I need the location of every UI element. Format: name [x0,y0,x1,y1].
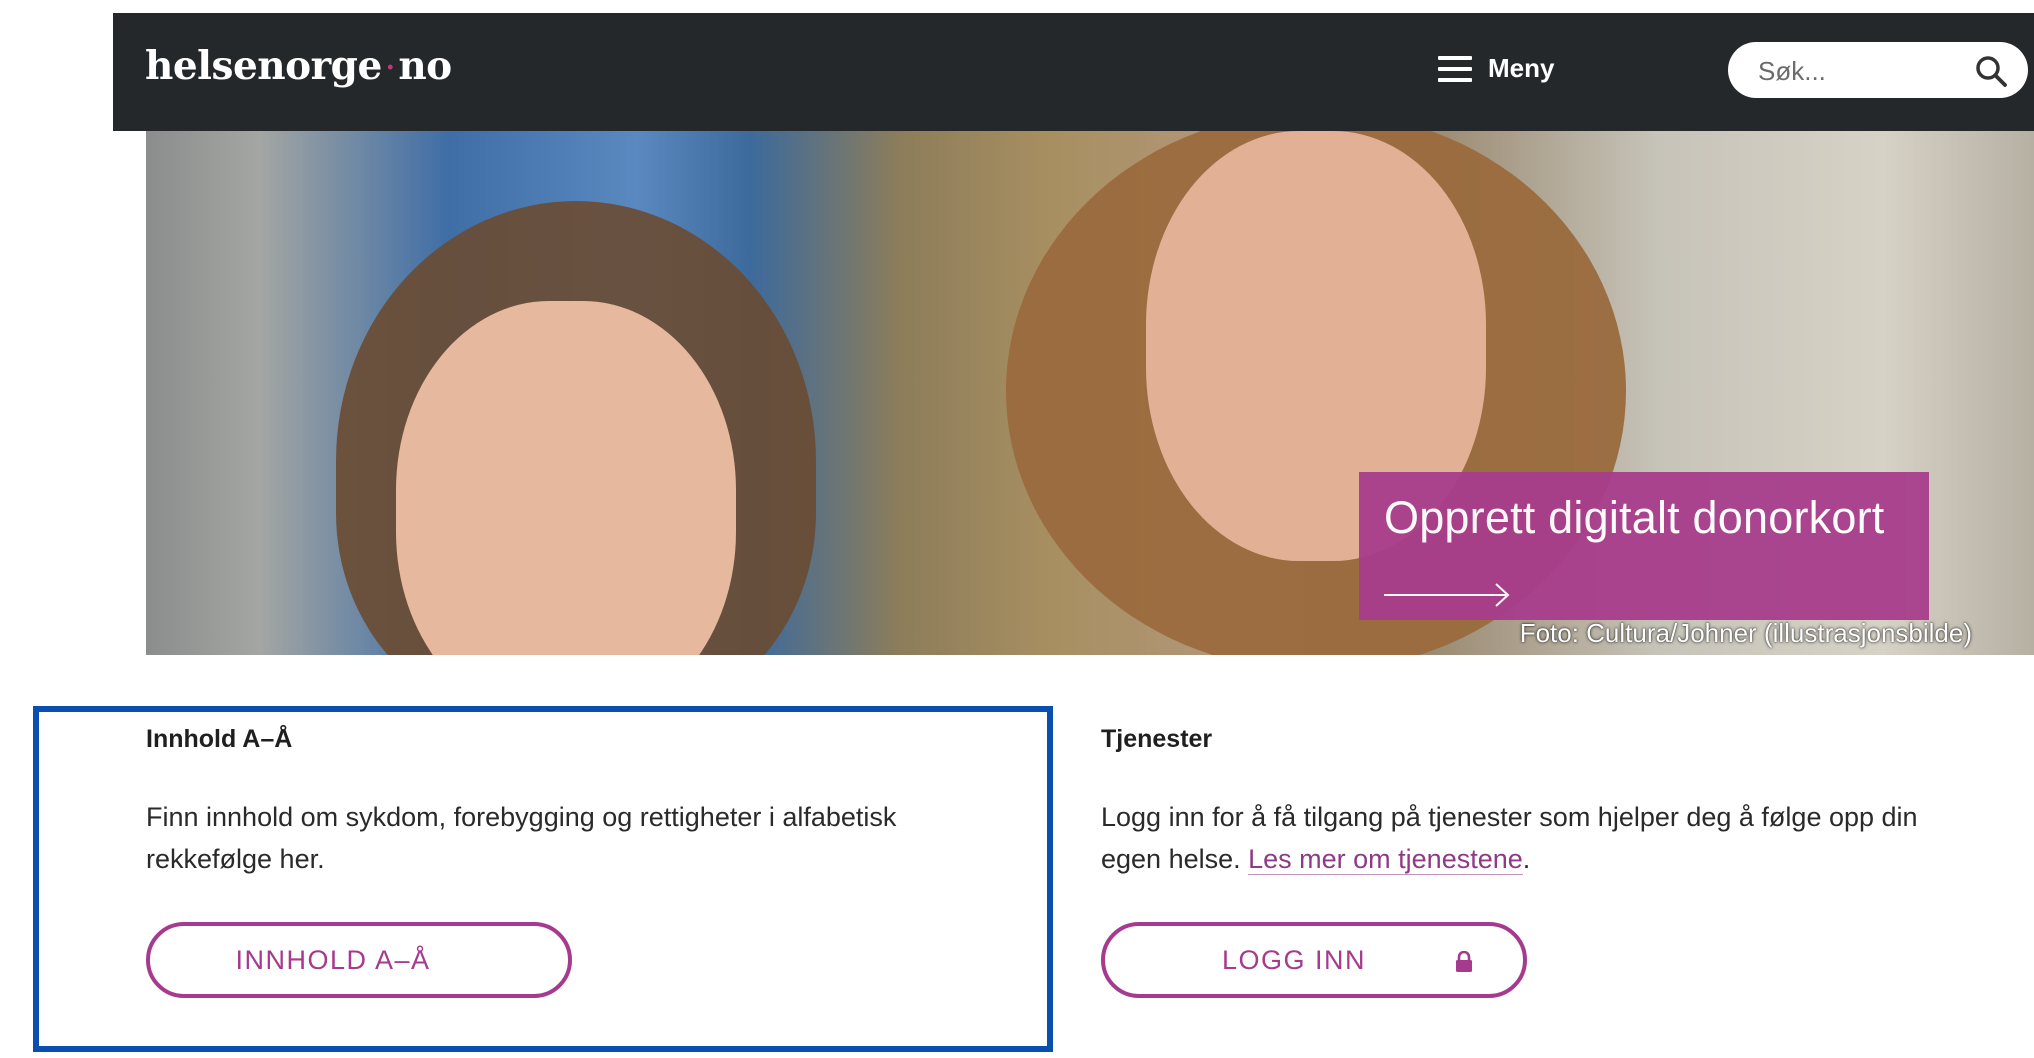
search-box [1728,42,2028,98]
donor-card-promo[interactable]: Opprett digitalt donorkort [1359,472,1929,620]
logo-text-right: no [398,43,452,89]
logo-text-left: helsenorge [145,43,382,89]
innhold-button-label: INNHOLD A–Å [235,944,431,975]
menu-button[interactable]: Meny [1438,53,1554,84]
section-text-innhold: Finn innhold om sykdom, forebygging og r… [146,802,897,874]
site-header: helsenorge · no Meny [113,13,2034,131]
site-logo[interactable]: helsenorge · no [145,47,452,86]
hamburger-icon [1438,55,1472,82]
promo-title: Opprett digitalt donorkort [1384,492,1885,543]
section-title-tjenester: Tjenester [1101,725,1213,753]
hero-photo-girl-face [396,301,736,655]
logg-inn-button[interactable]: LOGG INN [1101,922,1527,998]
les-mer-link[interactable]: Les mer om tjenestene [1248,844,1523,875]
logo-dot: · [385,53,395,83]
hero-image: Opprett digitalt donorkort Foto: Cultura… [146,131,2034,655]
innhold-a-aa-button[interactable]: INNHOLD A–Å [146,922,572,998]
menu-label: Meny [1488,53,1555,83]
section-title-innhold: Innhold A–Å [146,725,293,753]
tjenester-text-end: . [1522,844,1531,874]
lock-icon [1456,951,1472,972]
arrow-right-icon [1384,583,1510,607]
photo-caption: Foto: Cultura/Johner (illustrasjonsbilde… [1519,618,1972,648]
logg-inn-label: LOGG INN [1221,944,1367,975]
section-text-tjenester: Logg inn for å få tilgang på tjenester s… [1101,796,1971,880]
search-icon[interactable] [1974,54,2008,88]
search-input[interactable] [1756,50,1960,92]
